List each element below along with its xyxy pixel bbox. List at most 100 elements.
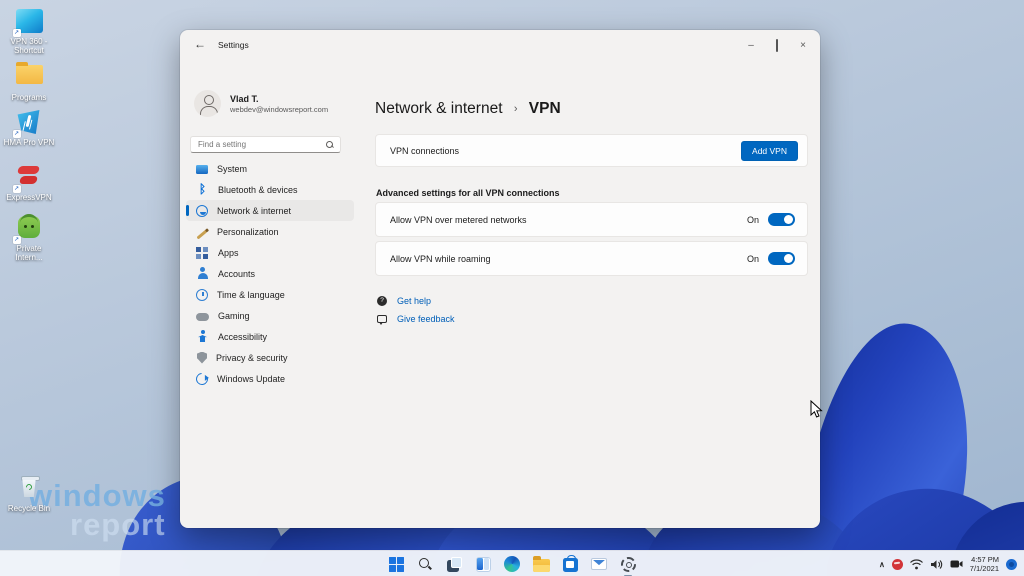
desktop-icon-recycle-bin[interactable]: Recycle Bin [2, 474, 56, 513]
selected-accent-bar [186, 205, 189, 216]
vpn-connections-label: VPN connections [390, 145, 460, 156]
settings-taskbar-button[interactable] [618, 554, 638, 576]
shortcut-arrow-icon: ↗ [12, 130, 21, 138]
network-icon [196, 204, 208, 217]
sidebar-item-label: Privacy & security [216, 352, 288, 363]
shortcut-arrow-icon: ↗ [12, 236, 21, 244]
settings-search[interactable] [190, 136, 341, 153]
sidebar-item-label: Personalization [217, 226, 279, 237]
sidebar-item-accounts[interactable]: Accounts [186, 263, 354, 284]
add-vpn-button[interactable]: Add VPN [741, 140, 798, 161]
desktop-icon-hma-vpn[interactable]: ↗ HMA Pro VPN [2, 110, 56, 147]
widgets-button[interactable] [473, 554, 493, 574]
desktop-icon-label: Recycle Bin [7, 504, 51, 513]
start-button[interactable] [386, 554, 406, 574]
edge-browser-icon [504, 556, 520, 572]
windows-logo-icon [388, 556, 404, 572]
desktop: windows report ↗ VPN 360 - Shortcut Progr… [0, 0, 1024, 576]
toggle-switch-metered[interactable] [768, 213, 795, 226]
toggle-knob [784, 254, 793, 263]
give-feedback-row[interactable]: Give feedback [377, 310, 455, 328]
search-icon [418, 557, 432, 571]
desktop-icon-label: Programs [11, 93, 47, 102]
sidebar-item-time-language[interactable]: Time & language [186, 284, 354, 305]
feedback-icon [377, 315, 387, 325]
sidebar-item-apps[interactable]: Apps [186, 242, 354, 263]
avatar [194, 90, 221, 117]
mouse-cursor [810, 399, 823, 424]
task-view-button[interactable] [444, 554, 464, 574]
taskbar-search-button[interactable] [415, 554, 435, 574]
clock-icon [196, 288, 208, 301]
close-button[interactable]: × [790, 40, 816, 51]
setting-row-roaming: Allow VPN while roaming On [375, 241, 808, 276]
sidebar-item-system[interactable]: System [186, 158, 354, 179]
help-icon: ? [377, 296, 387, 306]
vpn-connections-card: VPN connections Add VPN [375, 134, 808, 167]
maximize-icon [776, 38, 778, 52]
file-explorer-button[interactable] [531, 554, 551, 574]
setting-label: Allow VPN over metered networks [390, 214, 527, 225]
profile-email: webdev@windowsreport.com [230, 104, 329, 114]
sidebar-item-label: Windows Update [217, 373, 286, 384]
search-input[interactable] [198, 138, 318, 151]
sidebar-item-label: Network & internet [217, 205, 292, 216]
tray-chevron-up-icon[interactable]: ∧ [879, 560, 885, 569]
titlebar[interactable]: ← Settings – × [180, 30, 820, 60]
taskbar-clock[interactable]: 4:57 PM 7/1/2021 [970, 555, 999, 574]
sidebar-item-label: Accounts [218, 268, 256, 279]
private-internet-icon [18, 214, 40, 238]
tray-vpn-icon[interactable] [891, 558, 903, 570]
edge-button[interactable] [502, 554, 522, 574]
folder-icon [15, 62, 43, 84]
desktop-icon-private-internet[interactable]: ↗ Private Intern... [2, 214, 56, 262]
update-icon [193, 370, 211, 387]
breadcrumb-separator: › [513, 103, 518, 115]
sidebar-item-privacy-security[interactable]: Privacy & security [186, 347, 354, 368]
mail-icon [591, 558, 607, 570]
recycle-bin-icon [20, 476, 40, 497]
file-explorer-icon [532, 556, 550, 572]
window-title: Settings [218, 40, 249, 50]
sidebar-item-accessibility[interactable]: Accessibility [186, 326, 354, 347]
mail-button[interactable] [589, 554, 609, 574]
shield-icon [197, 351, 207, 364]
get-help-row[interactable]: ? Get help [377, 292, 455, 310]
desktop-icon-programs[interactable]: Programs [2, 60, 56, 102]
setting-row-metered-networks: Allow VPN over metered networks On [375, 202, 808, 237]
taskbar: ∧ 4:57 PM 7/1/2021 [0, 550, 1024, 576]
sidebar-item-label: System [217, 163, 248, 174]
sidebar-item-bluetooth-devices[interactable]: ᛒ Bluetooth & devices [186, 179, 354, 200]
clock-date: 7/1/2021 [969, 564, 999, 573]
microsoft-store-button[interactable] [560, 554, 580, 574]
sidebar-item-gaming[interactable]: Gaming [186, 305, 354, 326]
toggle-switch-roaming[interactable] [768, 252, 795, 265]
wifi-icon[interactable] [909, 558, 923, 570]
sidebar-item-network-internet[interactable]: Network & internet [186, 200, 354, 221]
user-profile[interactable]: Vlad T. webdev@windowsreport.com [194, 90, 328, 117]
sidebar-item-label: Bluetooth & devices [218, 184, 298, 195]
store-icon [562, 554, 578, 572]
bluetooth-icon: ᛒ [198, 182, 207, 196]
sidebar-item-personalization[interactable]: Personalization [186, 221, 354, 242]
tray-camera-icon[interactable] [950, 559, 963, 569]
widgets-icon [475, 556, 491, 572]
back-icon[interactable]: ← [194, 37, 206, 51]
desktop-icon-label: HMA Pro VPN [3, 138, 55, 147]
sidebar-item-label: Gaming [218, 310, 250, 321]
give-feedback-link[interactable]: Give feedback [397, 314, 455, 324]
get-help-link[interactable]: Get help [397, 296, 431, 306]
minimize-button[interactable]: – [738, 40, 764, 51]
volume-icon[interactable] [930, 559, 943, 570]
task-view-icon [446, 556, 462, 572]
maximize-button[interactable] [764, 38, 790, 52]
desktop-icon-expressvpn[interactable]: ↗ ExpressVPN [2, 163, 56, 202]
advanced-settings-header: Advanced settings for all VPN connection… [376, 188, 560, 198]
desktop-icon-vpn360[interactable]: ↗ VPN 360 - Shortcut [2, 8, 56, 55]
sidebar-item-windows-update[interactable]: Windows Update [186, 368, 354, 389]
notification-badge[interactable] [1006, 558, 1017, 570]
breadcrumb-parent[interactable]: Network & internet [375, 100, 503, 117]
gear-icon [620, 556, 636, 572]
accessibility-icon [196, 330, 209, 343]
system-icon [196, 165, 208, 174]
